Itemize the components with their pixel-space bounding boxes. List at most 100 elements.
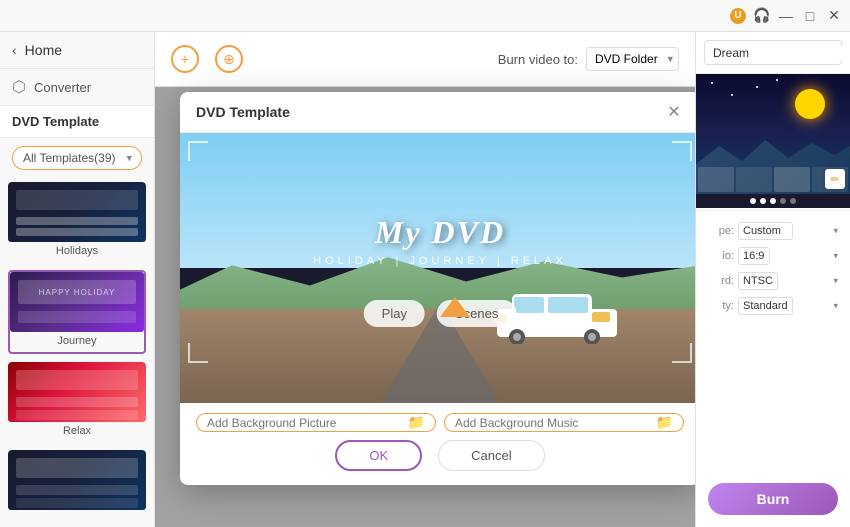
setting-row-standard: rd: NTSC PAL	[704, 271, 842, 290]
close-button[interactable]: ✕	[826, 8, 842, 24]
thumb-strip3	[774, 167, 810, 192]
template-thumb-extra	[8, 450, 146, 510]
sidebar: ‹ Home ⬡ Converter DVD Template All Temp…	[0, 32, 155, 527]
setting-select-wrapper-type: Custom Standard	[738, 221, 842, 240]
ok-button[interactable]: OK	[335, 440, 422, 471]
title-bar: U 🎧 — □ ✕	[0, 0, 850, 32]
star1	[711, 82, 713, 84]
dot-1	[750, 198, 756, 204]
top-toolbar: + ⊕ Burn video to: DVD Folder ISO File D…	[155, 32, 695, 87]
preview-main-title: My DVD	[313, 214, 567, 251]
minimize-button[interactable]: —	[778, 8, 794, 24]
star2	[731, 94, 733, 96]
dot-2	[760, 198, 766, 204]
content-area: + ⊕ Burn video to: DVD Folder ISO File D…	[155, 32, 695, 527]
add-media-icon: +	[171, 45, 199, 73]
corner-tl	[188, 141, 208, 161]
setting-row-type: pe: Custom Standard	[704, 221, 842, 240]
template-thumb-journey: HAPPY HOLIDAY	[10, 272, 144, 332]
bg-music-input[interactable]	[455, 416, 656, 430]
burn-dropdown-wrapper: DVD Folder ISO File DVD Disc	[586, 47, 679, 71]
template-item-relax[interactable]: Relax	[8, 362, 146, 442]
thumb-strip1	[698, 167, 734, 192]
template-list: Holidays HAPPY HOLIDAY Journey	[0, 178, 154, 527]
bg-music-folder-icon[interactable]: 📁	[656, 414, 673, 431]
spacer	[696, 323, 850, 483]
dvd-template-header: DVD Template	[0, 106, 154, 138]
template-name-holidays: Holidays	[8, 242, 146, 262]
bg-picture-input-wrapper: 📁	[196, 413, 436, 432]
dialog-close-button[interactable]: ✕	[664, 102, 684, 122]
template-filter: All Templates(39) Holidays Journey Relax	[0, 138, 154, 178]
setting-label-ratio: io:	[704, 250, 734, 262]
setting-row-ratio: io: 16:9 4:3	[704, 246, 842, 265]
dot-4	[780, 198, 786, 204]
dialog-title: DVD Template	[196, 104, 290, 120]
star4	[776, 79, 778, 81]
setting-select-wrapper-ratio: 16:9 4:3	[738, 246, 842, 265]
corner-br	[672, 343, 692, 363]
burn-destination-select[interactable]: DVD Folder ISO File DVD Disc	[586, 47, 679, 71]
home-label: Home	[25, 42, 62, 58]
moon-shape	[795, 89, 825, 119]
sidebar-header: ‹ Home	[0, 32, 154, 69]
triangle-decoration	[440, 297, 470, 317]
right-divider	[696, 210, 850, 211]
setting-select-standard[interactable]: NTSC PAL	[738, 272, 778, 290]
converter-label: Converter	[34, 80, 91, 95]
search-input-wrapper: ▶	[704, 40, 842, 65]
dialog-bottom: OK Cancel	[180, 432, 695, 485]
right-search: ▶	[696, 32, 850, 74]
edit-icon-overlay[interactable]: ✏	[825, 169, 845, 189]
user-icon[interactable]: U	[730, 8, 746, 24]
dot-3	[770, 198, 776, 204]
preview-subtitle: HOLIDAY | JOURNEY | RELAX	[313, 255, 567, 267]
template-thumb-holidays	[8, 182, 146, 242]
template-thumb-relax	[8, 362, 146, 422]
sidebar-converter[interactable]: ⬡ Converter	[0, 69, 154, 106]
star3	[756, 86, 758, 88]
template-item-journey[interactable]: HAPPY HOLIDAY Journey	[8, 270, 146, 354]
setting-row-quality: ty: Standard High	[704, 296, 842, 315]
bg-picture-input[interactable]	[207, 416, 408, 430]
right-panel: ▶ ✏	[695, 32, 850, 527]
setting-label-quality: ty:	[704, 300, 734, 312]
dialog-header: DVD Template ✕	[180, 92, 695, 133]
template-name-journey: Journey	[10, 332, 144, 352]
burn-video-label: Burn video to:	[498, 52, 578, 67]
template-item-holidays[interactable]: Holidays	[8, 182, 146, 262]
burn-video-section: Burn video to: DVD Folder ISO File DVD D…	[498, 47, 679, 71]
preview-area: My DVD HOLIDAY | JOURNEY | RELAX Play Sc…	[180, 133, 695, 403]
setting-select-type[interactable]: Custom Standard	[738, 222, 793, 240]
dots-indicator	[696, 194, 850, 208]
dot-5	[790, 198, 796, 204]
filter-dropdown-wrapper: All Templates(39) Holidays Journey Relax	[12, 146, 142, 170]
template-filter-select[interactable]: All Templates(39) Holidays Journey Relax	[12, 146, 142, 170]
corner-bl	[188, 343, 208, 363]
back-button[interactable]: ‹	[12, 42, 17, 58]
burn-button[interactable]: Burn	[708, 483, 838, 515]
add-chapter-icon: ⊕	[215, 45, 243, 73]
template-name-extra	[8, 510, 146, 518]
setting-select-wrapper-quality: Standard High	[738, 296, 842, 315]
template-item-extra[interactable]	[8, 450, 146, 518]
right-settings: pe: Custom Standard io: 16:9 4:3	[696, 213, 850, 323]
add-chapter-button[interactable]: ⊕	[215, 45, 243, 73]
search-input[interactable]	[713, 46, 850, 60]
cancel-button[interactable]: Cancel	[438, 440, 544, 471]
preview-play-button[interactable]: Play	[364, 300, 425, 327]
main-layout: ‹ Home ⬡ Converter DVD Template All Temp…	[0, 32, 850, 527]
setting-select-quality[interactable]: Standard High	[738, 297, 793, 315]
bg-picture-folder-icon[interactable]: 📁	[408, 414, 425, 431]
add-media-button[interactable]: +	[171, 45, 199, 73]
corner-tr	[672, 141, 692, 161]
right-panel-preview: ✏	[696, 74, 850, 194]
converter-icon: ⬡	[12, 77, 26, 97]
setting-select-ratio[interactable]: 16:9 4:3	[738, 247, 770, 265]
dvd-dialog: DVD Template ✕	[180, 92, 695, 485]
dialog-overlay: DVD Template ✕	[155, 87, 695, 527]
bg-music-input-wrapper: 📁	[444, 413, 684, 432]
maximize-button[interactable]: □	[802, 8, 818, 24]
template-name-relax: Relax	[8, 422, 146, 442]
headphone-icon[interactable]: 🎧	[754, 8, 770, 24]
